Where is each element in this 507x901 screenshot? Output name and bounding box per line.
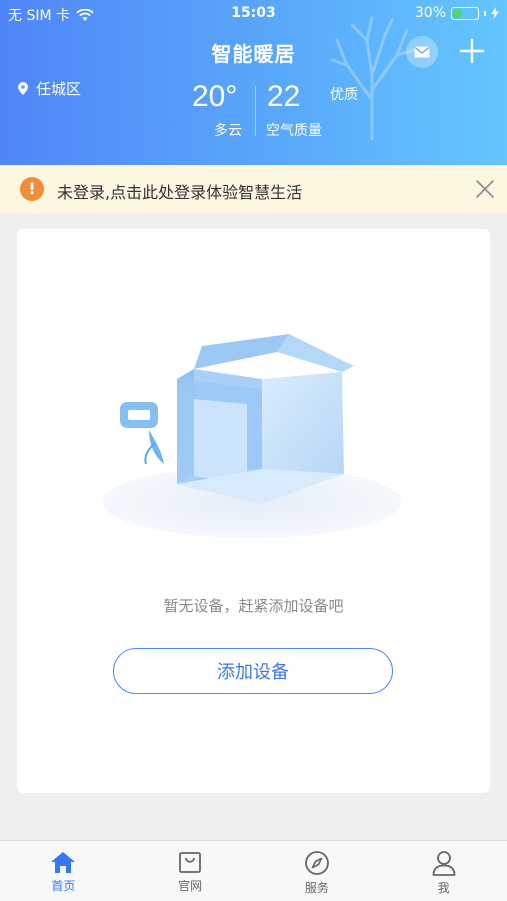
empty-box-illustration — [102, 334, 402, 538]
compass-icon — [304, 851, 329, 875]
close-icon[interactable] — [474, 178, 496, 200]
add-button[interactable] — [459, 38, 485, 64]
charging-bolt-icon — [491, 7, 499, 19]
tab-service-label: 服务 — [304, 881, 329, 895]
warning-icon: ! — [20, 177, 44, 201]
location-pin-icon — [18, 82, 28, 95]
location-label: 任城区 — [36, 80, 82, 98]
mail-icon — [414, 46, 430, 58]
tree-illustration — [330, 16, 417, 140]
location[interactable]: 任城区 — [18, 78, 81, 99]
login-banner-text[interactable]: 未登录,点击此处登录体验智慧生活 — [57, 179, 302, 203]
tab-me-label: 我 — [437, 881, 450, 895]
battery-percent: 30% — [414, 5, 446, 21]
device-card: 暂无设备，赶紧添加设备吧 添加设备 — [17, 229, 490, 793]
battery-icon — [451, 6, 479, 20]
weather-label: 多云 — [214, 123, 242, 139]
tab-bar: 首页 官网 服务 我 — [0, 840, 507, 901]
empty-message: 暂无设备，赶紧添加设备吧 — [163, 597, 344, 615]
header: 无 SIM 卡 15:03 30% 智能暖居 任城区 20° 多云 22 优质 … — [0, 0, 507, 165]
tab-home-label: 首页 — [51, 879, 76, 893]
person-icon — [432, 851, 456, 876]
status-bar: 无 SIM 卡 15:03 30% — [0, 0, 507, 28]
login-banner[interactable]: ! 未登录,点击此处登录体验智慧生活 — [0, 165, 507, 213]
message-button[interactable] — [406, 36, 438, 68]
add-device-button[interactable]: 添加设备 — [113, 648, 393, 694]
tab-official-site-label: 官网 — [178, 879, 203, 893]
tab-home[interactable]: 首页 — [0, 841, 127, 901]
aqi-level: 优质 — [330, 87, 358, 103]
aqi-label: 空气质量 — [266, 123, 322, 139]
home-icon — [51, 852, 76, 873]
tab-service[interactable]: 服务 — [254, 841, 381, 901]
tab-me[interactable]: 我 — [380, 841, 507, 901]
aqi-value: 22 — [267, 80, 301, 113]
weather-divider — [255, 86, 256, 136]
tab-official-site[interactable]: 官网 — [127, 841, 254, 901]
temperature: 20° — [192, 80, 238, 113]
battery-tip — [484, 10, 486, 16]
bag-icon — [179, 852, 202, 873]
battery-level — [453, 8, 461, 18]
